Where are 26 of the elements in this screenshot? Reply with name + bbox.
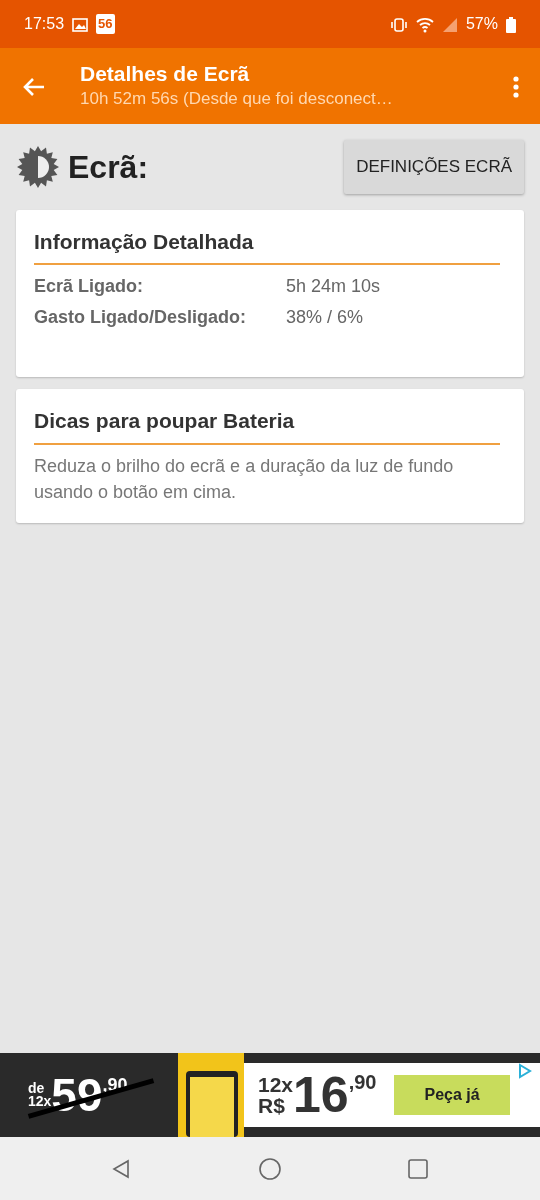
new-price: 16: [293, 1070, 349, 1120]
card-title: Dicas para poupar Bateria: [34, 405, 500, 445]
card-title: Informação Detalhada: [34, 225, 500, 265]
detail-value: 38% / 6%: [286, 306, 364, 329]
recents-icon[interactable]: [406, 1156, 430, 1181]
detail-value: 5h 24m 10s: [286, 275, 381, 298]
screen-subtitle: 10h 52m 56s (Desde que foi desconect…: [80, 87, 394, 110]
status-time: 17:53: [24, 14, 65, 34]
section-title: Ecrã:: [68, 147, 149, 187]
detail-label: Ecrã Ligado:: [34, 275, 145, 298]
detail-label: Gasto Ligado/Desligado:: [34, 306, 248, 329]
ad-text: 12x: [28, 1095, 52, 1109]
battery-percent: 57%: [465, 14, 498, 34]
screen-title: Detalhes de Ecrã: [80, 60, 251, 86]
brightness-icon: [16, 144, 60, 189]
carrier-badge: 56: [96, 14, 115, 34]
more-icon[interactable]: [512, 74, 520, 98]
order-now-button[interactable]: Peça já: [394, 1075, 510, 1115]
new-cents: ,90: [348, 1070, 377, 1095]
screen-settings-button[interactable]: DEFINIÇÕES ECRÃ: [344, 140, 524, 194]
tip-text: Reduza o brilho do ecrã e a duração da luz de fundo usando o botão em cima.: [34, 454, 455, 504]
ad-text: R$: [258, 1095, 286, 1116]
ad-choices-icon[interactable]: [517, 1063, 532, 1079]
ad-text: de: [28, 1081, 46, 1095]
home-icon[interactable]: [258, 1156, 282, 1181]
ad-text: 12x: [258, 1074, 294, 1095]
